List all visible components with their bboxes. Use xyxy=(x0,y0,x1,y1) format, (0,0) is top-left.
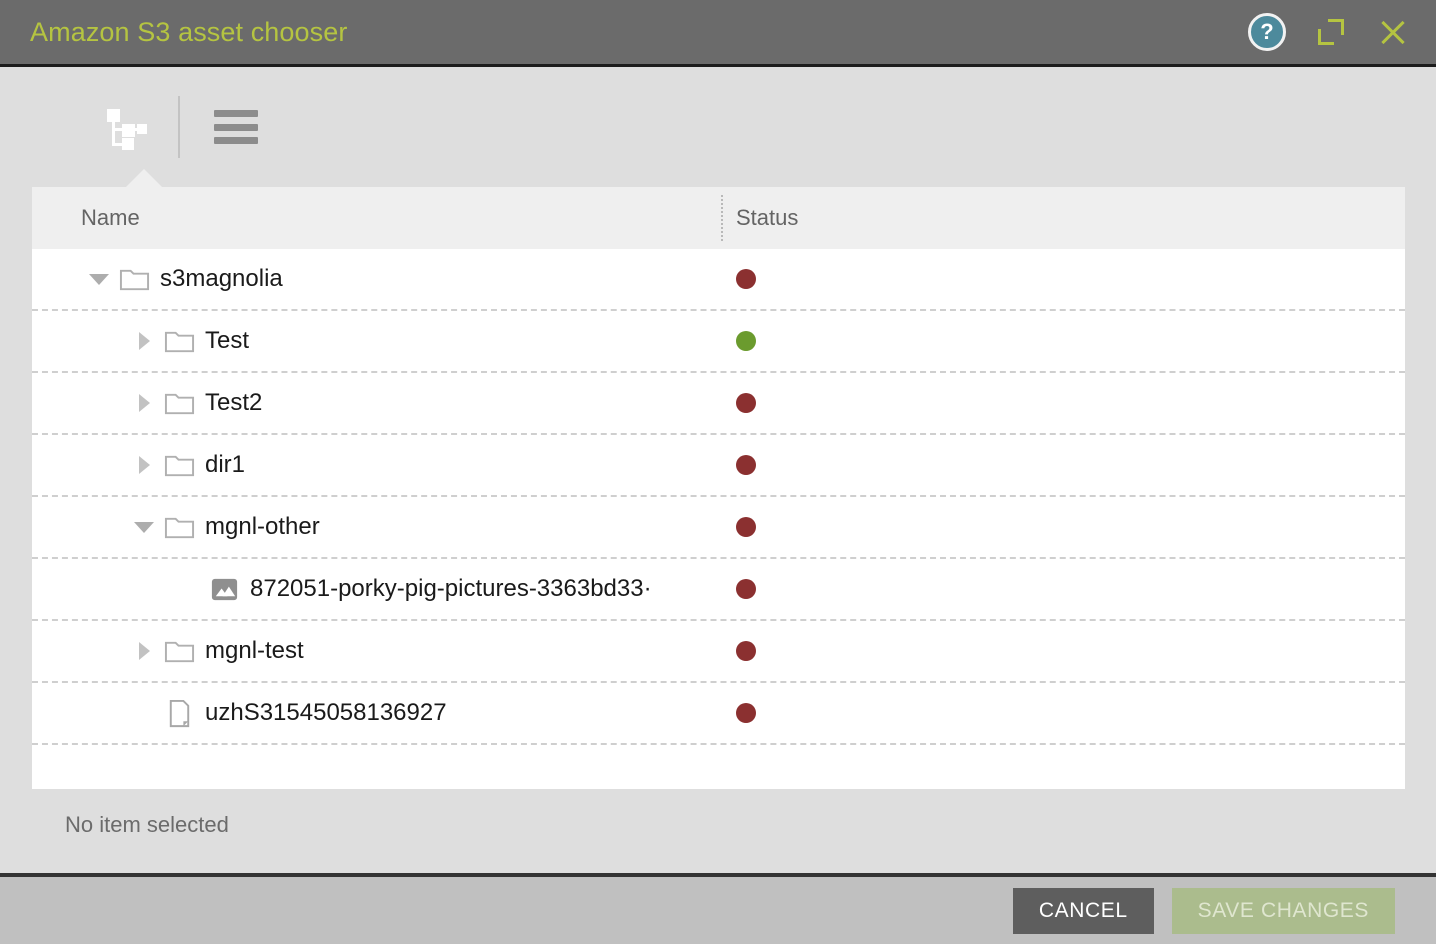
table-row[interactable]: uzhS31545058136927 xyxy=(32,683,1405,745)
twisty-collapsed-icon[interactable] xyxy=(129,394,159,412)
table-row[interactable]: mgnl-other xyxy=(32,497,1405,559)
list-view-icon xyxy=(214,110,258,144)
folder-icon xyxy=(159,326,199,357)
help-circle-icon[interactable]: ? xyxy=(1248,13,1286,51)
titlebar-actions: ? xyxy=(1248,13,1410,51)
tree-view-button[interactable] xyxy=(96,99,156,155)
image-icon xyxy=(204,574,244,605)
dialog-title: Amazon S3 asset chooser xyxy=(30,16,348,47)
chevron-right-icon xyxy=(138,456,150,474)
cell-name: 872051-porky-pig-pictures-3363bd33· xyxy=(32,574,721,605)
folder-icon xyxy=(159,450,199,481)
close-button[interactable] xyxy=(1376,15,1410,49)
close-icon xyxy=(1379,18,1407,46)
cell-name: mgnl-test xyxy=(32,636,721,667)
cell-status xyxy=(721,517,1405,537)
table-row[interactable]: Test xyxy=(32,311,1405,373)
table-header-row: Name Status xyxy=(32,187,1405,249)
node-label: Test2 xyxy=(205,389,263,416)
chevron-right-icon xyxy=(138,332,150,350)
status-badge xyxy=(736,455,756,475)
twisty-expanded-icon[interactable] xyxy=(84,273,114,285)
twisty-expanded-icon[interactable] xyxy=(129,521,159,533)
column-header-name[interactable]: Name xyxy=(32,205,721,231)
cell-name: s3magnolia xyxy=(32,264,721,295)
help-question-mark: ? xyxy=(1260,19,1274,44)
maximize-icon xyxy=(1318,19,1344,45)
status-badge xyxy=(736,641,756,661)
cell-name: Test xyxy=(32,326,721,357)
cell-status xyxy=(721,331,1405,351)
table-row[interactable]: dir1 xyxy=(32,435,1405,497)
node-label: Test xyxy=(205,327,250,354)
list-view-button[interactable] xyxy=(206,99,266,155)
cell-name: uzhS31545058136927 xyxy=(32,698,721,729)
node-label: uzhS31545058136927 xyxy=(205,699,447,726)
table-body: s3magnolia Test Test2 dir1 mgnl-other 872051-… xyxy=(32,249,1405,745)
column-header-status[interactable]: Status xyxy=(721,205,798,231)
status-badge xyxy=(736,269,756,289)
panel-pointer xyxy=(125,169,163,188)
cell-name: dir1 xyxy=(32,450,721,481)
cell-status xyxy=(721,393,1405,413)
folder-icon xyxy=(114,264,154,295)
node-label: 872051-porky-pig-pictures-3363bd33· xyxy=(250,575,652,602)
maximize-button[interactable] xyxy=(1314,15,1348,49)
cell-name: mgnl-other xyxy=(32,512,721,543)
cell-status xyxy=(721,455,1405,475)
chevron-down-icon xyxy=(134,521,154,533)
status-badge xyxy=(736,393,756,413)
status-badge xyxy=(736,517,756,537)
tree-view-icon xyxy=(107,109,147,150)
cell-status xyxy=(721,641,1405,661)
table-row[interactable]: 872051-porky-pig-pictures-3363bd33· xyxy=(32,559,1405,621)
folder-icon xyxy=(159,512,199,543)
folder-icon xyxy=(159,388,199,419)
cancel-button[interactable]: CANCEL xyxy=(1012,887,1154,934)
dialog-footer: CANCEL SAVE CHANGES xyxy=(0,873,1436,944)
status-badge xyxy=(736,579,756,599)
cell-status xyxy=(721,269,1405,289)
twisty-collapsed-icon[interactable] xyxy=(129,642,159,660)
chevron-down-icon xyxy=(89,273,109,285)
save-changes-button[interactable]: SAVE CHANGES xyxy=(1171,887,1395,934)
table-row[interactable]: s3magnolia xyxy=(32,249,1405,311)
cell-status xyxy=(721,579,1405,599)
toolbar-divider xyxy=(178,96,180,158)
chevron-right-icon xyxy=(138,642,150,660)
status-badge xyxy=(736,703,756,723)
document-icon xyxy=(159,698,199,729)
table-row[interactable]: mgnl-test xyxy=(32,621,1405,683)
view-toolbar xyxy=(0,67,1436,187)
cell-name: Test2 xyxy=(32,388,721,419)
dialog-titlebar: Amazon S3 asset chooser ? xyxy=(0,0,1436,67)
node-label: s3magnolia xyxy=(160,265,283,292)
node-label: dir1 xyxy=(205,451,246,478)
asset-tree-table: Name Status s3magnolia Test Test2 dir1 mgnl-… xyxy=(32,187,1405,789)
selection-status: No item selected xyxy=(65,812,229,837)
column-divider[interactable] xyxy=(721,195,723,241)
table-row[interactable]: Test2 xyxy=(32,373,1405,435)
asset-tree-panel: Name Status s3magnolia Test Test2 dir1 mgnl-… xyxy=(32,169,1405,873)
folder-icon xyxy=(159,636,199,667)
cell-status xyxy=(721,703,1405,723)
s3-asset-chooser-dialog: Amazon S3 asset chooser ? Name Status s3… xyxy=(0,0,1436,944)
twisty-collapsed-icon[interactable] xyxy=(129,456,159,474)
chevron-right-icon xyxy=(138,394,150,412)
node-label: mgnl-other xyxy=(205,513,320,540)
node-label: mgnl-test xyxy=(205,637,304,664)
status-badge xyxy=(736,331,756,351)
twisty-collapsed-icon[interactable] xyxy=(129,332,159,350)
table-empty-area xyxy=(32,745,1405,789)
